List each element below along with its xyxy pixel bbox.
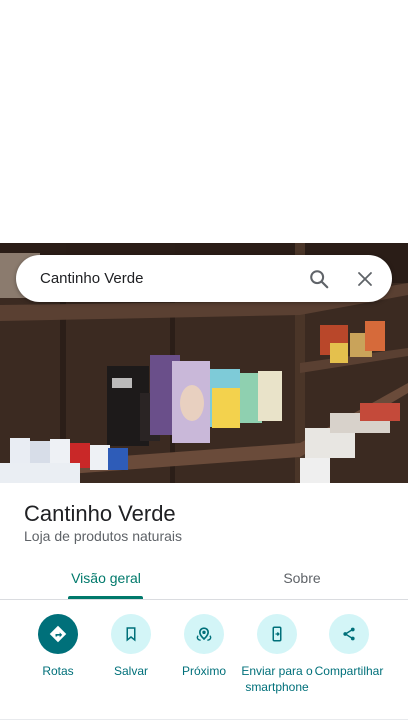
- send-to-phone-icon: [257, 614, 297, 654]
- save-label: Salvar: [113, 664, 148, 678]
- place-category: Loja de produtos naturais: [24, 528, 182, 544]
- search-bar[interactable]: Cantinho Verde: [16, 255, 392, 302]
- directions-button[interactable]: Rotas: [18, 614, 98, 679]
- divider: [0, 719, 408, 720]
- share-icon: [329, 614, 369, 654]
- directions-icon: [38, 614, 78, 654]
- send-to-phone-label: Enviar para o smartphone: [241, 664, 313, 694]
- search-input[interactable]: Cantinho Verde: [16, 270, 296, 287]
- send-to-phone-button[interactable]: Enviar para o smartphone: [237, 614, 317, 695]
- map-blank-area: [0, 0, 408, 243]
- nearby-button[interactable]: Próximo: [164, 614, 244, 679]
- bookmark-icon: [111, 614, 151, 654]
- nearby-icon: [184, 614, 224, 654]
- place-tabs: Visão geral Sobre: [0, 556, 408, 600]
- close-icon[interactable]: [342, 256, 388, 302]
- directions-label: Rotas: [42, 664, 74, 678]
- tab-overview[interactable]: Visão geral: [66, 556, 146, 600]
- share-label: Compartilhar: [314, 664, 384, 678]
- share-button[interactable]: Compartilhar: [309, 614, 389, 679]
- nearby-label: Próximo: [181, 664, 226, 678]
- place-title: Cantinho Verde: [24, 501, 176, 526]
- save-button[interactable]: Salvar: [91, 614, 171, 679]
- selected-tab-indicator: [68, 596, 143, 599]
- search-icon[interactable]: [296, 256, 342, 302]
- tab-about[interactable]: Sobre: [262, 556, 342, 600]
